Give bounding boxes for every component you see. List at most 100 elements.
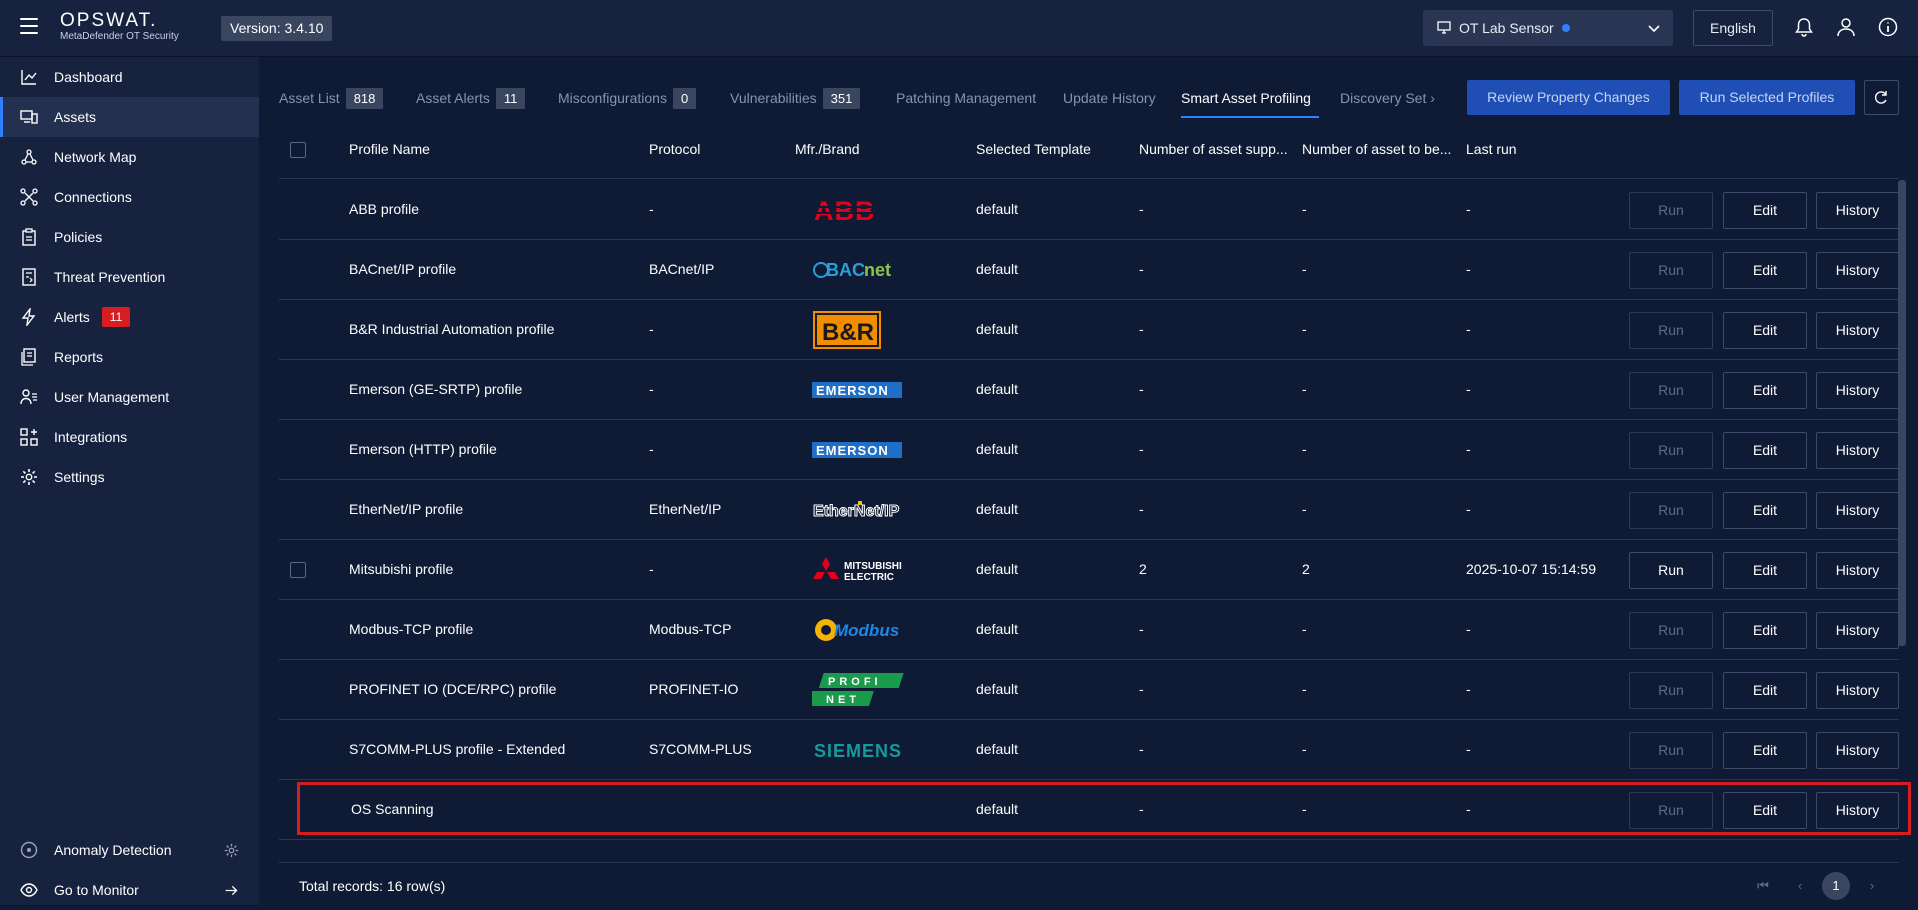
protocol-cell: - xyxy=(649,561,654,577)
last-run-cell: - xyxy=(1466,381,1471,397)
edit-button[interactable]: Edit xyxy=(1723,432,1807,469)
edit-button[interactable]: Edit xyxy=(1723,492,1807,529)
run-button[interactable]: Run xyxy=(1629,252,1713,289)
sidebar-item-settings[interactable]: Settings xyxy=(0,457,259,497)
history-button[interactable]: History xyxy=(1816,612,1899,649)
sidebar-item-network-map[interactable]: Network Map xyxy=(0,137,259,177)
edit-button[interactable]: Edit xyxy=(1723,732,1807,769)
page-number[interactable]: 1 xyxy=(1822,872,1850,900)
scrollbar[interactable] xyxy=(1898,180,1906,646)
table-row[interactable]: Mitsubishi profile - MITSUBISHI ELECTRIC def… xyxy=(279,540,1899,600)
sidebar-item-go-to-monitor[interactable]: Go to Monitor xyxy=(0,870,259,910)
history-button[interactable]: History xyxy=(1816,672,1899,709)
gear-icon[interactable] xyxy=(224,843,239,858)
sidebar-item-connections[interactable]: Connections xyxy=(0,177,259,217)
history-button[interactable]: History xyxy=(1816,312,1899,349)
history-button[interactable]: History xyxy=(1816,252,1899,289)
table-row[interactable]: PROFINET IO (DCE/RPC) profile PROFINET-IO… xyxy=(279,660,1899,720)
column-header[interactable]: Profile Name xyxy=(349,141,430,157)
language-button[interactable]: English xyxy=(1693,10,1773,46)
table-row[interactable]: S7COMM-PLUS profile - Extended S7COMM-PLU… xyxy=(279,720,1899,780)
select-all-checkbox[interactable] xyxy=(290,142,306,158)
sidebar-item-integrations[interactable]: Integrations xyxy=(0,417,259,457)
column-header[interactable]: Number of asset to be... xyxy=(1302,141,1451,157)
row-checkbox[interactable] xyxy=(290,562,306,578)
sidebar-item-user-management[interactable]: User Management xyxy=(0,377,259,417)
table-row[interactable]: Emerson (GE-SRTP) profile - EMERSON default… xyxy=(279,360,1899,420)
run-button[interactable]: Run xyxy=(1629,312,1713,349)
sidebar-item-alerts[interactable]: Alerts 11 xyxy=(0,297,259,337)
edit-button[interactable]: Edit xyxy=(1723,372,1807,409)
tab-patching-management[interactable]: Patching Management xyxy=(896,90,1036,106)
run-button[interactable]: Run xyxy=(1629,372,1713,409)
tab-smart-asset-profiling[interactable]: Smart Asset Profiling xyxy=(1181,90,1311,106)
run-button[interactable]: Run xyxy=(1629,552,1713,589)
sensor-status-dot xyxy=(1561,24,1570,32)
tab-asset-alerts[interactable]: Asset Alerts 11 xyxy=(416,88,526,109)
arrow-right-icon xyxy=(225,885,238,895)
sensor-selector[interactable]: OT Lab Sensor xyxy=(1423,10,1673,46)
history-button[interactable]: History xyxy=(1816,432,1899,469)
history-button[interactable]: History xyxy=(1816,732,1899,769)
refresh-button[interactable] xyxy=(1864,80,1899,115)
table-row[interactable]: BACnet/IP profile BACnet/IP BAC net default -… xyxy=(279,240,1899,300)
sidebar-item-dashboard[interactable]: Dashboard xyxy=(0,57,259,97)
column-header[interactable]: Mfr./Brand xyxy=(795,141,860,157)
edit-button[interactable]: Edit xyxy=(1723,312,1807,349)
svg-text:ABB: ABB xyxy=(814,196,876,225)
run-button[interactable]: Run xyxy=(1629,672,1713,709)
tab-asset-list[interactable]: Asset List 818 xyxy=(279,88,384,109)
tab-update-history[interactable]: Update History xyxy=(1063,90,1156,106)
sidebar-item-reports[interactable]: Reports xyxy=(0,337,259,377)
next-page-button[interactable]: › xyxy=(1858,872,1886,900)
table-row[interactable]: ABB profile - ABB default - - - Run Edit History xyxy=(279,180,1899,240)
tab-discovery-set[interactable]: Discovery Set › xyxy=(1340,90,1435,106)
monitor-icon xyxy=(1437,21,1451,34)
table-row[interactable]: Emerson (HTTP) profile - EMERSON default - - -… xyxy=(279,420,1899,480)
edit-button[interactable]: Edit xyxy=(1723,192,1807,229)
edit-button[interactable]: Edit xyxy=(1723,672,1807,709)
sidebar-item-policies[interactable]: Policies xyxy=(0,217,259,257)
column-header[interactable]: Protocol xyxy=(649,141,700,157)
run-button[interactable]: Run xyxy=(1629,192,1713,229)
sidebar-item-anomaly-detection[interactable]: Anomaly Detection xyxy=(0,830,259,870)
template-cell: default xyxy=(976,561,1019,577)
edit-button[interactable]: Edit xyxy=(1723,252,1807,289)
profile-name: PROFINET IO (DCE/RPC) profile xyxy=(349,681,557,697)
last-run-cell: - xyxy=(1466,201,1471,217)
sidebar-item-assets[interactable]: Assets xyxy=(0,97,259,137)
brand-logo: OPSWAT. MetaDefender OT Security xyxy=(60,11,179,43)
review-property-changes-button[interactable]: Review Property Changes xyxy=(1467,80,1670,115)
sidebar-item-threat-prevention[interactable]: Threat Prevention xyxy=(0,257,259,297)
history-button[interactable]: History xyxy=(1816,192,1899,229)
run-button[interactable]: Run xyxy=(1629,732,1713,769)
sidebar-item-label: Threat Prevention xyxy=(54,269,166,285)
edit-button[interactable]: Edit xyxy=(1723,612,1807,649)
run-button[interactable]: Run xyxy=(1629,432,1713,469)
brand-logo: EMERSON xyxy=(812,432,902,468)
history-button[interactable]: History xyxy=(1816,492,1899,529)
history-button[interactable]: History xyxy=(1816,552,1899,589)
sidebar-item-label: Alerts xyxy=(54,309,90,325)
table-row[interactable]: B&R Industrial Automation profile - B&R def… xyxy=(279,300,1899,360)
bell-icon[interactable] xyxy=(1793,16,1815,38)
menu-icon[interactable] xyxy=(20,18,38,34)
tab-misconfigurations[interactable]: Misconfigurations 0 xyxy=(558,88,697,109)
profile-name: BACnet/IP profile xyxy=(349,261,457,277)
last-run-cell: - xyxy=(1466,741,1471,757)
column-header[interactable]: Last run xyxy=(1466,141,1517,157)
column-header[interactable]: Number of asset supp... xyxy=(1139,141,1288,157)
column-header[interactable]: Selected Template xyxy=(976,141,1091,157)
first-page-button[interactable]: ⏮ xyxy=(1749,872,1777,900)
info-icon[interactable] xyxy=(1877,16,1899,38)
edit-button[interactable]: Edit xyxy=(1723,552,1807,589)
run-button[interactable]: Run xyxy=(1629,612,1713,649)
run-selected-profiles-button[interactable]: Run Selected Profiles xyxy=(1679,80,1855,115)
history-button[interactable]: History xyxy=(1816,372,1899,409)
prev-page-button[interactable]: ‹ xyxy=(1786,872,1814,900)
table-row[interactable]: EtherNet/IP profile EtherNet/IP EtherNet/I… xyxy=(279,480,1899,540)
run-button[interactable]: Run xyxy=(1629,492,1713,529)
tab-vulnerabilities[interactable]: Vulnerabilities 351 xyxy=(730,88,861,109)
user-icon[interactable] xyxy=(1835,16,1857,38)
table-row[interactable]: Modbus-TCP profile Modbus-TCP Modbus defaul… xyxy=(279,600,1899,660)
